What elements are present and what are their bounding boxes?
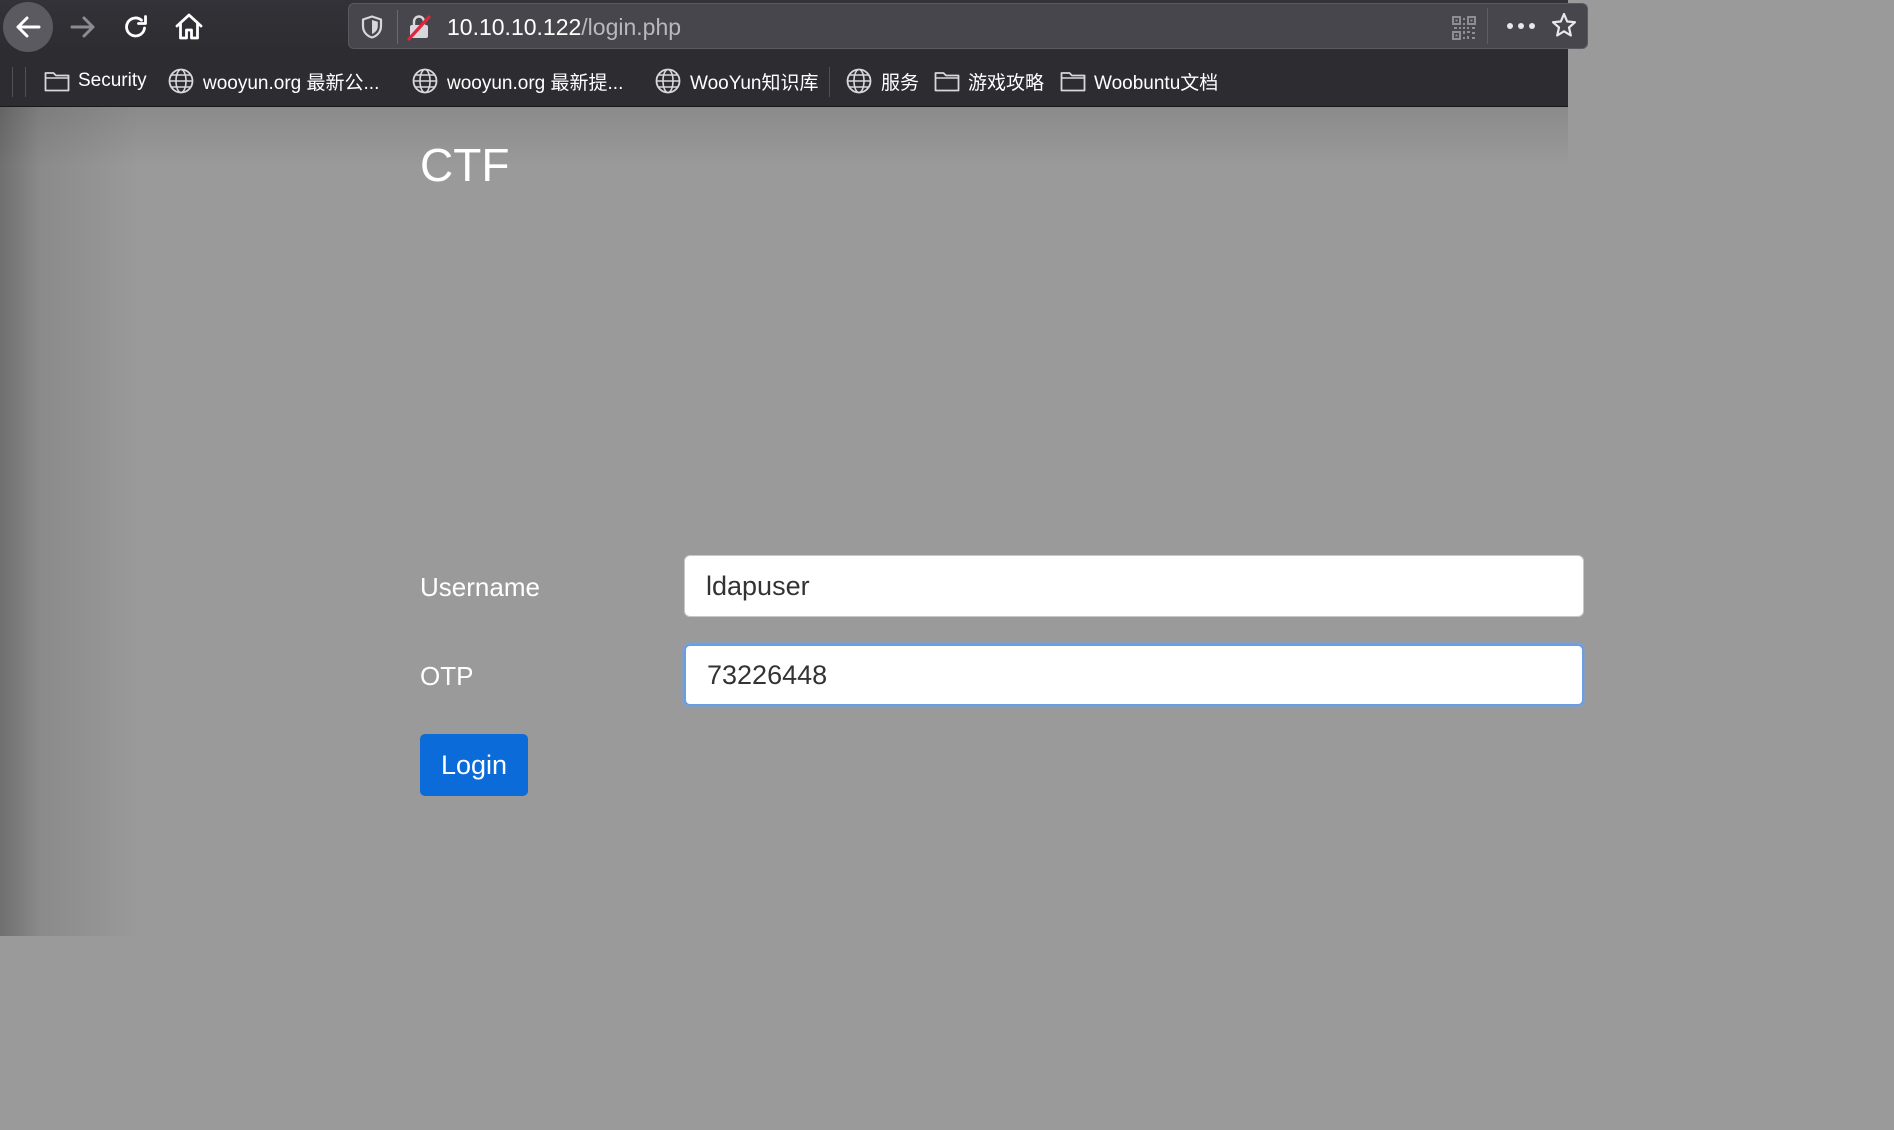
bookmark-item[interactable]: Woobuntu文档 xyxy=(1060,55,1218,107)
home-button[interactable] xyxy=(164,2,214,52)
bookmark-label: wooyun.org 最新提... xyxy=(447,72,624,94)
arrow-left-icon xyxy=(16,16,41,38)
bookmark-star-icon[interactable] xyxy=(1551,11,1577,41)
bookmark-label: 服务 xyxy=(881,72,920,94)
page-actions-menu-icon[interactable] xyxy=(1504,14,1538,38)
browser-toolbar: 10.10.10.122/login.php xyxy=(0,0,1588,55)
back-button[interactable] xyxy=(3,2,53,52)
address-bar-separator xyxy=(397,10,398,44)
home-icon xyxy=(175,13,203,40)
globe-icon xyxy=(655,68,681,94)
qr-code-icon[interactable] xyxy=(1451,15,1477,41)
bookmarks-toolbar: Security wooyun.org 最新公... wooyun.org 最新… xyxy=(0,55,1568,107)
globe-icon xyxy=(168,68,194,94)
username-label: Username xyxy=(420,572,540,602)
url-text[interactable]: 10.10.10.122/login.php xyxy=(447,14,681,40)
arrow-right-icon xyxy=(70,16,95,38)
page-shadow-overlay xyxy=(0,107,1568,936)
folder-icon xyxy=(934,72,960,92)
page-title: CTF xyxy=(420,139,510,191)
reload-button[interactable] xyxy=(111,2,161,52)
bookmarks-divider xyxy=(12,67,13,97)
globe-icon xyxy=(846,68,872,94)
bookmarks-divider xyxy=(829,67,830,97)
forward-button[interactable] xyxy=(58,2,108,52)
globe-icon xyxy=(412,68,438,94)
folder-icon xyxy=(1060,72,1086,92)
bookmark-item[interactable]: Security xyxy=(44,55,147,107)
bookmark-item[interactable]: WooYun知识库 xyxy=(654,55,818,107)
address-bar[interactable]: 10.10.10.122/login.php xyxy=(348,3,1588,49)
bookmark-item[interactable]: wooyun.org 最新提... xyxy=(411,55,623,107)
bookmark-item[interactable]: wooyun.org 最新公... xyxy=(167,55,379,107)
url-path: /login.php xyxy=(581,14,682,40)
url-host: 10.10.10.122 xyxy=(447,14,582,40)
bookmark-label: Woobuntu文档 xyxy=(1094,72,1219,94)
bookmark-label: WooYun知识库 xyxy=(690,72,819,94)
reload-icon xyxy=(125,15,147,38)
insecure-lock-icon[interactable] xyxy=(407,13,431,41)
toolbar-separator xyxy=(1487,8,1488,44)
bookmark-label: Security xyxy=(78,70,147,91)
tracking-protection-shield-icon[interactable] xyxy=(361,15,383,39)
page-content: CTF Username OTP Login xyxy=(0,107,1584,936)
folder-icon xyxy=(44,72,70,92)
bookmark-label: wooyun.org 最新公... xyxy=(203,72,380,94)
bookmark-item[interactable]: 游戏攻略 xyxy=(934,55,1044,107)
login-button[interactable]: Login xyxy=(420,734,528,796)
otp-label: OTP xyxy=(420,661,474,691)
username-input[interactable] xyxy=(684,555,1584,617)
bookmark-item[interactable]: 服务 xyxy=(845,55,919,107)
bookmark-label: 游戏攻略 xyxy=(968,72,1045,94)
bookmarks-divider xyxy=(25,67,26,97)
otp-input[interactable] xyxy=(684,644,1584,706)
